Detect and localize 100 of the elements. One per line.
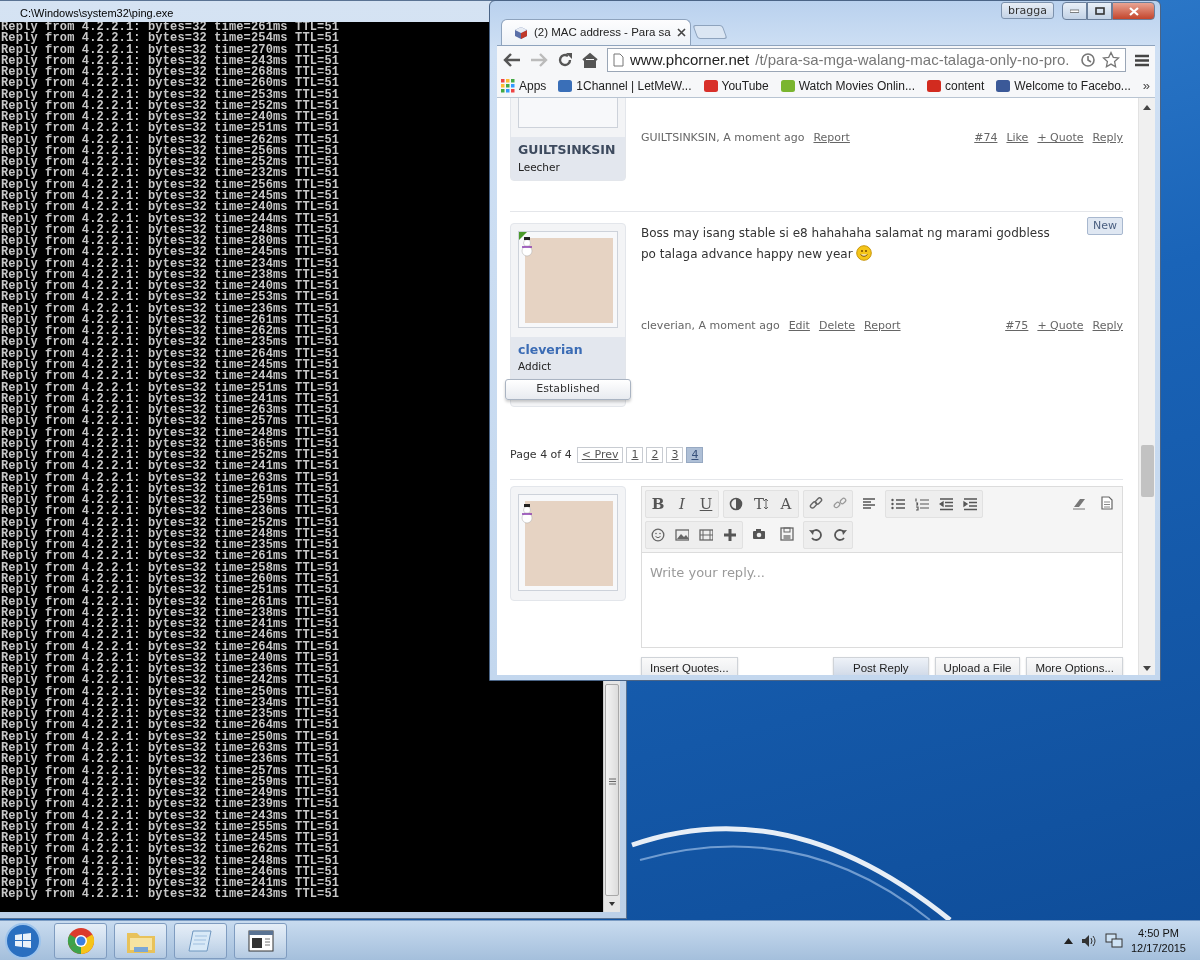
console-line: Reply from 4.2.2.1: bytes=32 time=243ms TTL=51 [1, 810, 340, 822]
network-icon [1104, 932, 1123, 949]
console-line: Reply from 4.2.2.1: bytes=32 time=263ms TTL=51 [1, 472, 340, 484]
scrollbar-thumb[interactable] [605, 684, 619, 896]
bookmark-link[interactable]: Watch Movies Onlin... [780, 76, 915, 95]
page-link[interactable]: 1 [626, 446, 644, 463]
start-orb-icon [4, 921, 42, 960]
page-label: Page 4 of 4 [510, 446, 572, 463]
clock-time: 4:50 PM [1137, 925, 1180, 941]
address-bar[interactable]: www.phcorner.net /t/para-sa-mga-walang-mac-talaga-only-no-pro. [607, 48, 1126, 72]
console-line: Reply from 4.2.2.1: bytes=32 time=250ms TTL=51 [1, 686, 340, 698]
console-line: Reply from 4.2.2.1: bytes=32 time=262ms TTL=51 [1, 134, 340, 146]
scroll-down-button[interactable] [1142, 664, 1152, 672]
bold-button[interactable]: B [646, 491, 670, 517]
bookmark-link[interactable]: YouTube [703, 76, 769, 95]
up-arrow-icon [1142, 104, 1152, 112]
prev-page-link[interactable]: < Prev [576, 446, 624, 463]
document-icon [1100, 496, 1114, 510]
user-rank: Leecher [518, 159, 561, 175]
console-line: Reply from 4.2.2.1: bytes=32 time=232ms TTL=51 [1, 168, 340, 180]
console-line: Reply from 4.2.2.1: bytes=32 time=251ms TTL=51 [1, 123, 340, 135]
italic-button[interactable]: I [670, 491, 694, 517]
home-icon [582, 52, 598, 68]
underline-button[interactable]: U [694, 491, 718, 517]
post-action-link[interactable]: Like [1006, 130, 1029, 147]
down-arrow-icon [1142, 664, 1152, 672]
network-button[interactable] [1104, 932, 1123, 949]
page-link[interactable]: 4 [686, 446, 704, 463]
scrollbar-thumb[interactable] [1140, 445, 1154, 497]
console-line: Reply from 4.2.2.1: bytes=32 time=248ms TTL=51 [1, 855, 340, 867]
console-line: Reply from 4.2.2.1: bytes=32 time=236ms TTL=51 [1, 754, 340, 766]
start-button[interactable] [4, 921, 42, 960]
home-button[interactable] [582, 52, 598, 68]
menu-button[interactable] [1135, 53, 1149, 67]
post-action-link[interactable]: Report [813, 130, 850, 147]
bookmarks-overflow-button[interactable]: » [1142, 75, 1151, 96]
bullet-list-icon [891, 497, 905, 511]
console-line: Reply from 4.2.2.1: bytes=32 time=260ms TTL=51 [1, 78, 340, 90]
console-line: Reply from 4.2.2.1: bytes=32 time=240ms TTL=51 [1, 202, 340, 214]
browser-icon [66, 926, 95, 955]
bookmark-link[interactable]: 1Channel | LetMeW... [558, 76, 692, 95]
scroll-up-button[interactable] [1142, 104, 1152, 112]
console-line: Reply from 4.2.2.1: bytes=32 time=244ms TTL=51 [1, 371, 340, 383]
user-banner: Established [505, 379, 631, 400]
editor-button[interactable]: More Options... [1026, 657, 1123, 675]
post-number-link[interactable]: #75 [1005, 317, 1029, 334]
browser-tab[interactable]: (2) MAC address - Para sa [501, 19, 691, 45]
post-byline: cleverian, A moment ago [641, 317, 780, 334]
maximize-button[interactable] [1087, 2, 1112, 20]
new-badge: New [1087, 216, 1123, 235]
forward-arrow-icon [530, 53, 548, 67]
console-line: Reply from 4.2.2.1: bytes=32 time=245ms TTL=51 [1, 247, 340, 259]
film-icon [699, 528, 713, 542]
console-line: Reply from 4.2.2.1: bytes=32 time=264ms TTL=51 [1, 348, 340, 360]
profile-button[interactable]: bragga [1001, 2, 1054, 19]
reload-button[interactable] [557, 52, 573, 68]
clock-date: 12/17/2015 [1130, 940, 1186, 956]
console-line: Reply from 4.2.2.1: bytes=32 time=254ms TTL=51 [1, 33, 340, 45]
post-action-link[interactable]: Delete [818, 317, 856, 334]
page-icon [613, 53, 624, 67]
font-color-button[interactable]: A [774, 491, 798, 517]
bookmark-link[interactable]: Apps [501, 76, 547, 95]
close-button[interactable] [1112, 2, 1155, 20]
site-icon [558, 78, 573, 93]
username-link[interactable]: cleverian [518, 340, 618, 360]
console-line: Reply from 4.2.2.1: bytes=32 time=251ms TTL=51 [1, 585, 340, 597]
page-link[interactable]: 2 [646, 446, 664, 463]
console-line: Reply from 4.2.2.1: bytes=32 time=248ms TTL=51 [1, 427, 340, 439]
post-action-link[interactable]: Reply [1092, 130, 1123, 147]
post-number-link[interactable]: #74 [974, 130, 998, 147]
reload-icon [557, 52, 573, 68]
bookmark-link[interactable]: Welcome to Facebo... [996, 76, 1131, 95]
post-action-link[interactable]: + Quote [1037, 130, 1084, 147]
star-icon [1102, 51, 1120, 69]
taskbar-app-button[interactable] [234, 922, 287, 959]
page-link[interactable]: 3 [666, 446, 684, 463]
align-left-icon [862, 496, 876, 510]
post-byline: GUILTSINKSIN, A moment ago [641, 130, 805, 146]
post-action-link[interactable]: + Quote [1037, 317, 1084, 334]
console-line: Reply from 4.2.2.1: bytes=32 time=253ms TTL=51 [1, 89, 340, 101]
show-hidden-icons-button[interactable] [1063, 937, 1073, 944]
console-line: Reply from 4.2.2.1: bytes=32 time=261ms TTL=51 [1, 596, 340, 608]
up-caret-icon [1063, 937, 1073, 944]
post-action-link[interactable]: Report [864, 317, 901, 334]
editor-button[interactable]: Post Reply [833, 657, 929, 675]
close-icon [676, 28, 686, 37]
minimize-button[interactable] [1062, 2, 1087, 20]
username-link[interactable]: GUILTSINKSIN [518, 141, 618, 160]
bookmark-link[interactable]: content [926, 76, 985, 95]
post-action-link[interactable]: Reply [1092, 317, 1123, 334]
console-line: Reply from 4.2.2.1: bytes=32 time=253ms TTL=51 [1, 292, 340, 304]
resize-arrow-icon [764, 499, 768, 509]
editor-button[interactable]: Insert Quotes... [641, 657, 738, 675]
console-line: Reply from 4.2.2.1: bytes=32 time=262ms TTL=51 [1, 844, 340, 856]
back-button[interactable] [503, 53, 521, 67]
editor-button[interactable]: Upload a File [934, 657, 1021, 675]
reply-field[interactable]: Write your reply... [642, 552, 1122, 647]
post-action-link[interactable]: Edit [788, 317, 810, 334]
window-icon [247, 929, 274, 952]
font-size-button[interactable]: T [748, 491, 774, 517]
